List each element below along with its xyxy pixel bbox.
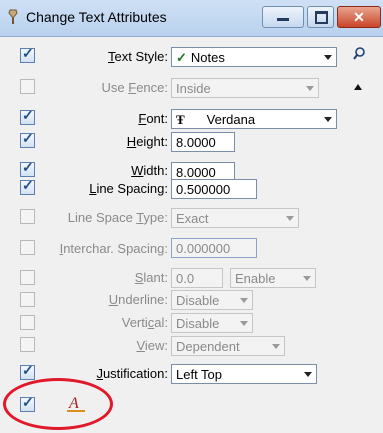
check-icon: ✓ bbox=[22, 107, 34, 123]
underline-value: Disable bbox=[176, 293, 220, 308]
title-bar: Change Text Attributes ✕ bbox=[0, 0, 383, 37]
width-label: Width: bbox=[131, 163, 168, 178]
triangle-up-icon[interactable] bbox=[352, 82, 364, 92]
maximize-button[interactable] bbox=[307, 6, 334, 28]
height-input[interactable]: 8.0000 bbox=[171, 132, 235, 152]
brush-icon bbox=[8, 9, 18, 24]
slant-checkbox[interactable] bbox=[20, 270, 35, 285]
maximize-icon bbox=[315, 11, 328, 24]
height-checkbox[interactable]: ✓ bbox=[20, 130, 35, 148]
chevron-down-icon bbox=[240, 321, 248, 326]
line-space-type-value: Exact bbox=[176, 211, 209, 226]
text-style-checkbox[interactable]: ✓ bbox=[20, 45, 35, 63]
line-spacing-label: Line Spacing: bbox=[89, 181, 168, 196]
chevron-down-icon bbox=[303, 276, 311, 281]
chevron-down-icon bbox=[306, 86, 314, 91]
chevron-down-icon bbox=[272, 344, 280, 349]
text-style-dropdown[interactable]: ✓ Notes bbox=[171, 47, 337, 67]
check-icon: ✓ bbox=[22, 45, 34, 61]
font-checkbox[interactable]: ✓ bbox=[20, 107, 35, 125]
interchar-spacing-label: Interchar. Spacing: bbox=[59, 241, 168, 256]
font-label: Font: bbox=[138, 111, 168, 126]
font-type-icon: Ŧ bbox=[176, 112, 185, 127]
line-space-type-checkbox[interactable] bbox=[20, 209, 35, 224]
underline-dropdown[interactable]: Disable bbox=[171, 290, 253, 310]
view-checkbox[interactable] bbox=[20, 337, 35, 352]
underline-label: Underline: bbox=[108, 292, 168, 307]
minimize-button[interactable] bbox=[262, 6, 304, 28]
highlight-circle bbox=[3, 378, 113, 430]
vertical-checkbox[interactable] bbox=[20, 315, 35, 330]
view-value: Dependent bbox=[176, 339, 240, 354]
slant-enable-dropdown[interactable]: Enable bbox=[230, 268, 316, 288]
line-spacing-input[interactable]: 0.500000 bbox=[171, 179, 257, 199]
text-style-value: Notes bbox=[190, 50, 225, 65]
line-space-type-dropdown[interactable]: Exact bbox=[171, 208, 299, 228]
justification-dropdown[interactable]: Left Top bbox=[171, 364, 317, 384]
justification-checkbox[interactable]: ✓ bbox=[20, 362, 35, 380]
chevron-down-icon bbox=[324, 117, 332, 122]
vertical-label: Vertical: bbox=[121, 315, 168, 330]
check-icon: ✓ bbox=[22, 159, 34, 175]
width-checkbox[interactable]: ✓ bbox=[20, 159, 35, 177]
view-dropdown[interactable]: Dependent bbox=[171, 336, 285, 356]
use-fence-label: Use Fence: bbox=[101, 80, 169, 95]
window-title: Change Text Attributes bbox=[26, 9, 167, 25]
style-check-icon: ✓ bbox=[176, 50, 187, 65]
use-fence-value: Inside bbox=[176, 81, 211, 96]
minimize-icon bbox=[277, 18, 289, 21]
line-space-type-label: Line Space Type: bbox=[67, 210, 168, 225]
view-label: View: bbox=[136, 338, 168, 353]
justification-label: Justification: bbox=[96, 366, 168, 381]
use-fence-dropdown[interactable]: Inside bbox=[171, 78, 319, 98]
justification-value: Left Top bbox=[176, 367, 223, 382]
slant-label: Slant: bbox=[134, 270, 168, 285]
slant-enable-value: Enable bbox=[235, 271, 276, 286]
check-icon: ✓ bbox=[22, 130, 34, 146]
interchar-spacing-checkbox[interactable] bbox=[20, 240, 35, 255]
chevron-down-icon bbox=[304, 372, 312, 377]
chevron-down-icon bbox=[240, 298, 248, 303]
font-value: Verdana bbox=[206, 112, 256, 127]
underline-checkbox[interactable] bbox=[20, 292, 35, 307]
height-label: Height: bbox=[126, 134, 168, 149]
use-fence-checkbox[interactable] bbox=[20, 79, 35, 94]
slant-input[interactable]: 0.0 bbox=[171, 268, 223, 288]
text-style-label: Text Style: bbox=[108, 49, 168, 64]
chevron-down-icon bbox=[324, 55, 332, 60]
close-button[interactable]: ✕ bbox=[337, 6, 381, 28]
vertical-value: Disable bbox=[176, 316, 220, 331]
close-icon: ✕ bbox=[353, 9, 365, 25]
check-icon: ✓ bbox=[22, 362, 34, 378]
chevron-down-icon bbox=[286, 216, 294, 221]
check-icon: ✓ bbox=[22, 177, 34, 193]
line-spacing-checkbox[interactable]: ✓ bbox=[20, 177, 35, 195]
magnifier-icon[interactable] bbox=[352, 46, 366, 62]
font-dropdown[interactable]: Ŧ Verdana bbox=[171, 109, 337, 129]
vertical-dropdown[interactable]: Disable bbox=[171, 313, 253, 333]
interchar-spacing-input[interactable]: 0.000000 bbox=[171, 238, 257, 258]
